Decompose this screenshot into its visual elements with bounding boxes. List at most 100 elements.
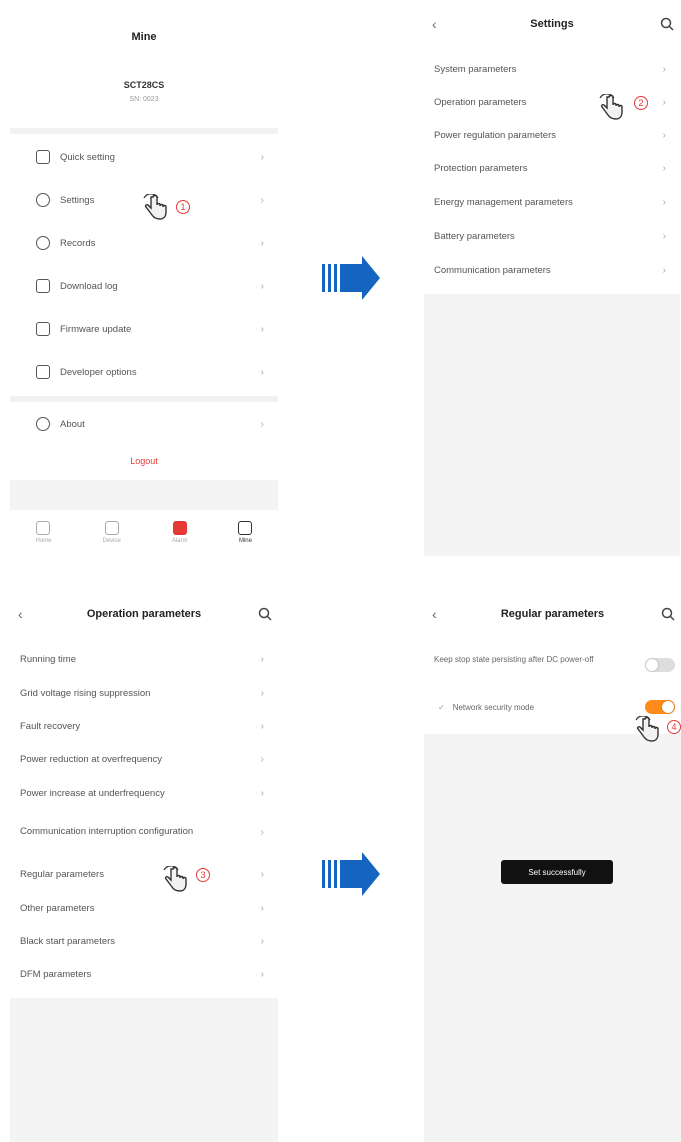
keep-stop-toggle[interactable] <box>645 658 675 672</box>
operation-item[interactable]: Black start parameters › <box>10 928 278 954</box>
menu-developer-options[interactable]: Developer options › <box>10 357 278 387</box>
chevron-right-icon: › <box>662 264 666 276</box>
item-label: Other parameters <box>20 902 95 914</box>
item-label: Fault recovery <box>20 720 81 732</box>
item-label: Communication interruption configuration <box>20 826 194 837</box>
home-icon <box>36 520 51 535</box>
chevron-right-icon: › <box>260 418 264 430</box>
chevron-right-icon: › <box>260 687 264 699</box>
chevron-right-icon: › <box>260 280 264 292</box>
tab-alarm[interactable]: Alarm <box>172 520 187 544</box>
chevron-right-icon: › <box>260 787 264 799</box>
logout-button[interactable]: Logout <box>10 456 278 466</box>
network-security-label: Network security mode <box>452 702 535 712</box>
tab-label: Mine <box>238 537 252 544</box>
tab-home[interactable]: Home <box>35 520 52 544</box>
operation-item[interactable]: DFM parameters › <box>10 961 278 987</box>
chevron-right-icon: › <box>260 366 264 378</box>
check-icon: ✓ <box>438 702 445 712</box>
records-icon <box>36 236 50 250</box>
item-label: System parameters <box>434 63 517 75</box>
download-log-icon <box>36 279 50 293</box>
menu-records[interactable]: Records › <box>10 228 278 258</box>
operation-item[interactable]: Power increase at underfrequency › <box>10 780 278 806</box>
search-icon[interactable] <box>660 17 674 31</box>
item-label: Regular parameters <box>20 868 104 880</box>
menu-label: Download log <box>60 280 118 292</box>
tap-hand-icon <box>143 194 167 220</box>
screen-settings: ‹ Settings System parameters › Operation … <box>424 4 680 556</box>
arrow-right-icon <box>322 852 380 896</box>
back-icon[interactable]: ‹ <box>18 606 23 622</box>
firmware-icon <box>36 322 50 336</box>
item-label: Black start parameters <box>20 935 116 947</box>
item-label: DFM parameters <box>20 968 92 980</box>
search-icon[interactable] <box>661 607 675 621</box>
page-title: Operation parameters <box>86 608 202 620</box>
settings-item[interactable]: Power regulation parameters › <box>424 120 680 150</box>
network-security-toggle[interactable] <box>645 700 675 714</box>
chevron-right-icon: › <box>260 902 264 914</box>
back-icon[interactable]: ‹ <box>432 606 437 622</box>
menu-label: Records <box>60 237 96 249</box>
alarm-icon <box>172 520 187 535</box>
tab-device[interactable]: Device <box>102 520 121 544</box>
operation-item[interactable]: Fault recovery › <box>10 713 278 739</box>
quick-setting-icon <box>36 150 50 164</box>
menu-download-log[interactable]: Download log › <box>10 271 278 301</box>
network-security-row: ✓ Network security mode <box>424 697 681 717</box>
operation-item[interactable]: Regular parameters › <box>10 861 278 887</box>
device-icon <box>104 520 119 535</box>
menu-label: Settings <box>60 194 95 206</box>
chevron-right-icon: › <box>260 826 264 838</box>
page-title: Regular parameters <box>500 608 605 620</box>
operation-item[interactable]: Power reduction at overfrequency › <box>10 746 278 772</box>
item-label: Power increase at underfrequency <box>20 787 165 799</box>
menu-quick-setting[interactable]: Quick setting › <box>10 142 278 172</box>
screen-regular-parameters: ‹ Regular parameters Keep stop state per… <box>424 594 681 1142</box>
page-title: Settings <box>530 18 574 30</box>
screen-mine: Mine SCT28CS SN: 0023 Quick setting › Se… <box>10 14 278 554</box>
operation-item[interactable]: Communication interruption configuration… <box>10 814 278 850</box>
chevron-right-icon: › <box>260 753 264 765</box>
tap-hand-icon <box>599 94 623 120</box>
search-icon[interactable] <box>258 607 272 621</box>
back-icon[interactable]: ‹ <box>432 16 437 32</box>
screen-operation-parameters: ‹ Operation parameters Running time › Gri… <box>10 594 278 1142</box>
operation-item[interactable]: Grid voltage rising suppression › <box>10 680 278 706</box>
operation-item[interactable]: Running time › <box>10 646 278 672</box>
tab-label: Device <box>102 537 121 544</box>
item-label: Running time <box>20 653 76 665</box>
tab-label: Home <box>35 537 52 544</box>
settings-item[interactable]: Energy management parameters › <box>424 187 680 217</box>
chevron-right-icon: › <box>662 96 666 108</box>
operation-item[interactable]: Other parameters › <box>10 895 278 921</box>
chevron-right-icon: › <box>662 162 666 174</box>
chevron-right-icon: › <box>662 230 666 242</box>
toast-message: Set successfully <box>501 860 613 884</box>
device-sn: SN: 0023 <box>129 96 159 103</box>
toggle-knob <box>646 659 658 671</box>
tap-hand-icon <box>635 716 659 742</box>
about-icon <box>36 417 50 431</box>
item-label: Power regulation parameters <box>434 129 556 141</box>
keep-stop-label: Keep stop state persisting after DC powe… <box>434 655 594 664</box>
menu-about[interactable]: About › <box>10 409 278 439</box>
chevron-right-icon: › <box>260 194 264 206</box>
settings-item[interactable]: Protection parameters › <box>424 153 680 183</box>
item-label: Protection parameters <box>434 162 528 174</box>
bottom-tab-bar: Home Device Alarm Mine <box>10 510 278 554</box>
tab-mine[interactable]: Mine <box>238 520 253 544</box>
toggle-knob <box>662 701 674 713</box>
arrow-right-icon <box>322 256 380 300</box>
step-badge: 4 <box>667 720 681 734</box>
step-badge: 2 <box>634 96 648 110</box>
item-label: Battery parameters <box>434 230 515 242</box>
settings-item[interactable]: Battery parameters › <box>424 221 680 251</box>
chevron-right-icon: › <box>260 720 264 732</box>
settings-item[interactable]: System parameters › <box>424 54 680 84</box>
menu-firmware-update[interactable]: Firmware update › <box>10 314 278 344</box>
chevron-right-icon: › <box>662 129 666 141</box>
settings-header: ‹ Settings <box>424 4 680 44</box>
settings-item[interactable]: Communication parameters › <box>424 255 680 285</box>
